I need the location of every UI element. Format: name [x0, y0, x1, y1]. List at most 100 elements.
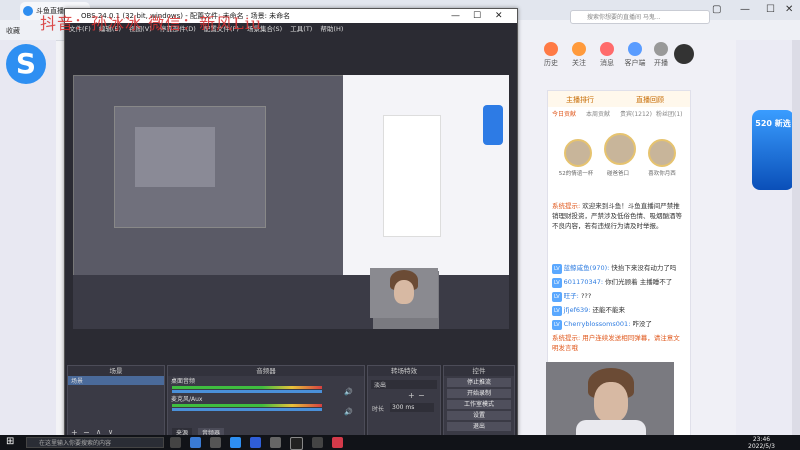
browser-icon[interactable]: [230, 437, 241, 448]
level-badge: LV: [552, 292, 562, 302]
taskbar-clock[interactable]: 23:46 2022/5/3: [748, 436, 775, 450]
mixer-dock-title: 音频器: [168, 366, 364, 376]
minimize-icon[interactable]: —: [740, 4, 750, 15]
history-icon: [544, 42, 558, 56]
message-label: 消息: [600, 59, 614, 67]
page-scrollbar[interactable]: [792, 40, 800, 435]
chat-message: 系统提示: 用户连续发送相同弹幕，请注意文明发言哦: [552, 333, 686, 353]
settings-button[interactable]: 设置: [447, 411, 511, 420]
volume-slider[interactable]: [172, 390, 322, 393]
scenes-dock-title: 场景: [68, 366, 164, 376]
stop-streaming-button[interactable]: 停止推流: [447, 378, 511, 387]
chat-text: 你们光顾着 主播睡不了: [605, 278, 673, 286]
tab-fans[interactable]: 粉丝团(1): [656, 109, 683, 118]
chat-header-tabs: 主播排行 直播回顾: [548, 91, 690, 107]
nested-preview-inner: [114, 106, 266, 228]
obs-window: OBS 24.0.1 (32-bit, windows) - 配置文件: 未命名…: [64, 8, 518, 443]
bookmark-label[interactable]: 收藏: [6, 26, 20, 36]
studio-mode-button[interactable]: 工作室模式: [447, 400, 511, 409]
settings-icon[interactable]: [270, 437, 281, 448]
volume-slider[interactable]: [172, 408, 322, 411]
chat-text: 咋没了: [632, 320, 652, 328]
speaker-icon[interactable]: 🔊: [344, 388, 353, 396]
level-badge: LV: [552, 264, 562, 274]
chat-message: LV 旺子: ???: [552, 291, 686, 302]
rank-name: 喜欢你月西: [648, 171, 676, 177]
chat-message: LV jfjef639: 还能不能来: [552, 305, 686, 316]
obs-taskbar-icon[interactable]: [290, 437, 303, 450]
app-icon[interactable]: [312, 437, 323, 448]
tab-week[interactable]: 本周贡献: [586, 109, 610, 118]
rank-name: 52的情谊一杯: [558, 171, 594, 177]
nested-site-capture: [343, 75, 509, 275]
add-transition-icon[interactable]: +: [408, 391, 415, 400]
chat-user[interactable]: Cherryblossoms001:: [564, 320, 631, 328]
client-nav[interactable]: 客户端: [622, 42, 648, 68]
history-label: 历史: [544, 59, 558, 67]
obs-preview[interactable]: [73, 75, 509, 329]
maximize-icon[interactable]: ☐: [766, 4, 775, 15]
chat-user[interactable]: 蓝鲸咸鱼(970):: [564, 264, 610, 272]
app-icon[interactable]: [250, 437, 261, 448]
history-nav[interactable]: 历史: [538, 42, 564, 68]
app-icon[interactable]: [210, 437, 221, 448]
transitions-dock-title: 转场特效: [368, 366, 440, 376]
client-label: 客户端: [624, 59, 646, 67]
start-recording-button[interactable]: 开始录制: [447, 389, 511, 398]
transitions-dock: 转场特效 淡出 + − 时长 300 ms: [367, 365, 441, 443]
right-sidebar: [736, 40, 800, 435]
task-view-icon[interactable]: [170, 437, 181, 448]
level-badge: LV: [552, 306, 562, 316]
watermark-text: 抖音：孙冰冰 微信：新风Liu: [40, 14, 263, 33]
taskbar-search-input[interactable]: 在这里输入你要搜索的内容: [26, 437, 164, 448]
tab-replay[interactable]: 直播回顾: [636, 95, 664, 105]
clock-date: 2022/5/3: [748, 443, 775, 450]
message-nav[interactable]: 消息: [594, 42, 620, 68]
broadcast-nav[interactable]: 开播: [648, 42, 674, 68]
explorer-icon[interactable]: [190, 437, 201, 448]
chat-message: 系统提示: 欢迎来到斗鱼！斗鱼直播间严禁推销理财投资，严禁涉及低俗色情、吸烟酗酒…: [552, 201, 686, 231]
chat-text: 还能不能来: [592, 306, 626, 314]
chat-user[interactable]: 旺子:: [564, 292, 579, 300]
preview-webcam: [370, 268, 438, 318]
duration-input[interactable]: 300 ms: [390, 403, 434, 412]
windows-start-icon[interactable]: ⊞: [6, 436, 14, 447]
tab-vip[interactable]: 贵宾(1212): [620, 109, 652, 118]
site-left-rail: S: [0, 40, 56, 435]
obs-minimize-icon[interactable]: —: [451, 9, 460, 23]
user-avatar[interactable]: [674, 44, 694, 64]
site-search-input[interactable]: 搜索你想要的直播间 马鬼...: [570, 10, 710, 24]
follow-label: 关注: [572, 59, 586, 67]
mixer-track-name: 麦克风/Aux: [171, 396, 203, 403]
nested-docks: [73, 275, 509, 329]
obs-maximize-icon[interactable]: ☐: [473, 9, 481, 23]
mixer-dock: 音频器 桌面音频 麦克风/Aux 🔊 🔊 来源 音频器: [167, 365, 365, 443]
rank-avatar-2[interactable]: [564, 139, 592, 167]
menu-help[interactable]: 帮助(H): [320, 25, 343, 33]
speaker-icon[interactable]: 🔊: [344, 408, 353, 416]
scene-item[interactable]: 场景: [68, 376, 164, 385]
chat-user[interactable]: jfjef639:: [564, 306, 591, 314]
chat-user[interactable]: 601170347:: [564, 278, 603, 286]
tab-anchor-rank[interactable]: 主播排行: [566, 95, 594, 105]
exit-button[interactable]: 退出: [447, 422, 511, 431]
rank-avatar-3[interactable]: [648, 139, 676, 167]
chat-message: LV 601170347: 你们光顾着 主播睡不了: [552, 277, 686, 288]
level-badge: LV: [552, 320, 562, 330]
rank-avatar-1[interactable]: [604, 133, 636, 165]
transition-select[interactable]: 淡出: [371, 380, 437, 389]
windows-taskbar: ⊞ 在这里输入你要搜索的内容 23:46 2022/5/3: [0, 435, 800, 450]
obs-close-icon[interactable]: ✕: [495, 9, 503, 23]
restore-icon[interactable]: ▢: [712, 4, 721, 15]
app-icon[interactable]: [332, 437, 343, 448]
follow-nav[interactable]: 关注: [566, 42, 592, 68]
broadcast-label: 开播: [654, 59, 668, 67]
close-icon[interactable]: ✕: [785, 4, 793, 15]
tab-today[interactable]: 今日贡献: [552, 109, 576, 118]
menu-tools[interactable]: 工具(T): [290, 25, 312, 33]
level-badge: LV: [552, 278, 562, 288]
remove-transition-icon[interactable]: −: [418, 391, 425, 400]
rank-name: 碰爸爸口: [606, 171, 629, 177]
douyu-logo-icon[interactable]: S: [6, 44, 46, 84]
preview-face: [394, 280, 414, 304]
